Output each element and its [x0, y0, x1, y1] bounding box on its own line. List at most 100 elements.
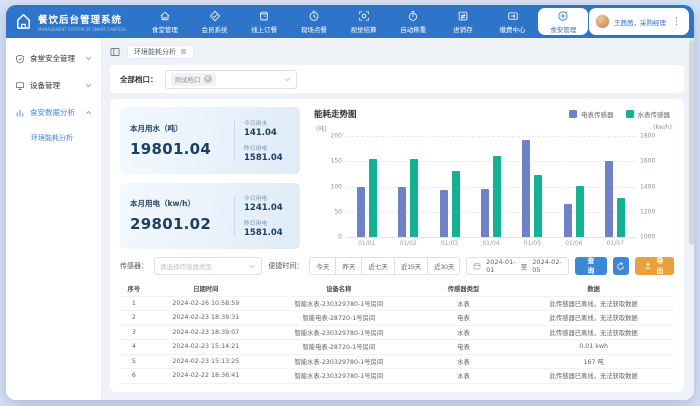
chevron-up-icon: [85, 109, 92, 116]
clear-icon[interactable]: ×: [204, 75, 212, 83]
bar-电表传感器-01/07[interactable]: [605, 161, 613, 237]
sidebar-item-canteen-safety[interactable]: 食堂安全管理: [6, 45, 101, 72]
table-cell: 2024-02-23 15:14:21: [148, 343, 264, 350]
nav-item-payment-center[interactable]: 缴费中心: [488, 5, 538, 38]
inventory-icon: [457, 10, 469, 22]
x-axis-label: 01/03: [429, 237, 470, 249]
bar-水表传感器-01/04[interactable]: [493, 156, 501, 237]
bar-电表传感器-01/01[interactable]: [357, 187, 365, 238]
table-cell: 此传感器已离线，无法获取数据: [513, 313, 674, 322]
chevron-down-icon: [284, 76, 291, 83]
scrollbar-thumb[interactable]: [689, 40, 694, 245]
sidebar-subitem-env-energy[interactable]: 环境能耗分析: [6, 126, 101, 149]
column-header: 数据: [513, 284, 674, 293]
header-nav: 食堂管理会员系统线上订餐 现场点餐视觉结算自动称重进销存缴费中心食安管理: [140, 5, 589, 38]
quick-range-button-4[interactable]: 近30天: [427, 258, 460, 274]
avatar: [595, 14, 610, 29]
bar-水表传感器-01/06[interactable]: [576, 186, 584, 238]
bar-水表传感器-01/03[interactable]: [452, 171, 460, 237]
close-icon[interactable]: ⊗: [180, 48, 187, 56]
table-row: 32024-02-23 18:39:07智能水表-230329780-1号房间水…: [120, 326, 674, 341]
quick-range-button-1[interactable]: 昨天: [335, 258, 361, 274]
bar-水表传感器-01/07[interactable]: [617, 198, 625, 237]
more-dots-icon[interactable]: ⋮: [670, 17, 683, 27]
table-cell: 4: [120, 343, 148, 350]
nav-item-online-order[interactable]: 线上订餐: [239, 5, 289, 38]
table-cell: 电表: [414, 313, 514, 322]
quick-range-button-2[interactable]: 近七天: [361, 258, 394, 274]
sensor-type-select[interactable]: 请选择传感器类型: [154, 257, 262, 275]
date-range-picker[interactable]: 2024-01-01 至 2024-02-05: [466, 257, 569, 275]
table-cell: 此传感器已离线，无法获取数据: [513, 328, 674, 337]
bar-电表传感器-01/04[interactable]: [481, 189, 489, 237]
nav-label: 线上订餐: [251, 24, 277, 34]
table-row: 62024-02-22 18:36:41智能水表-230329780-1号房间水…: [120, 369, 674, 384]
tab-env-energy[interactable]: 环境能耗分析 ⊗: [127, 45, 194, 59]
nav-item-food-safety[interactable]: 食安管理: [538, 8, 588, 35]
nav-item-canteen[interactable]: 食堂管理: [140, 5, 190, 38]
export-button[interactable]: 导出: [635, 257, 674, 275]
table-cell: 2024-02-22 18:36:41: [148, 372, 264, 379]
bar-电表传感器-01/02[interactable]: [398, 187, 406, 238]
date-start[interactable]: 2024-01-01: [486, 258, 516, 274]
scrollbar-track[interactable]: [689, 40, 694, 398]
weigh-icon: [407, 10, 419, 22]
nav-item-vision-settle[interactable]: 视觉结算: [339, 5, 389, 38]
bar-电表传感器-01/05[interactable]: [522, 140, 530, 237]
table-cell: 此传感器已离线，无法获取数据: [513, 371, 674, 380]
table-cell: 2: [120, 314, 148, 321]
chevron-down-icon: [249, 263, 256, 270]
user-menu[interactable]: 王茜茜，采购经理 ⋮: [589, 8, 689, 35]
bar-电表传感器-01/06[interactable]: [564, 204, 572, 237]
sensor-data-table: 序号日期时间设备名称传感器类型数据12024-02-26 10:58:59智能水…: [120, 282, 674, 388]
table-cell: 水表: [414, 299, 514, 308]
electric-stat-value: 29801.02: [130, 215, 225, 233]
collapse-sidebar-icon[interactable]: [110, 47, 120, 57]
date-end[interactable]: 2024-02-05: [532, 258, 562, 274]
logo-icon: [14, 12, 33, 31]
table-row: 12024-02-26 10:58:59智能水表-230329780-1号房间水…: [120, 297, 674, 312]
bar-group-01/05: [512, 136, 553, 237]
table-cell: 1: [120, 300, 148, 307]
nav-item-onsite-order[interactable]: 现场点餐: [289, 5, 339, 38]
quick-range-button-0[interactable]: 今天: [310, 258, 335, 274]
quick-range-button-3[interactable]: 近15天: [394, 258, 427, 274]
stall-select[interactable]: 测试档口 ×: [165, 70, 297, 89]
sidebar-item-food-safety-analysis[interactable]: 食安数据分析: [6, 99, 101, 126]
water-stat-card: 本月用水（吨） 19801.04 今日用水 141.04 昨日用电: [120, 107, 300, 174]
energy-trend-chart: 能耗走势图 电表传感器水表传感器 (吨) (kw/h) 010005012001…: [314, 107, 674, 249]
table-row: 52024-02-23 15:13:25智能水表-230329780-1号房间水…: [120, 355, 674, 370]
quick-time-group: 今天昨天近七天近15天近30天本月: [309, 257, 460, 275]
bar-水表传感器-01/01[interactable]: [369, 159, 377, 237]
refresh-button[interactable]: [613, 257, 629, 275]
x-axis-label: 01/01: [346, 237, 387, 249]
right-axis-tick: 1000: [640, 234, 672, 241]
bar-group-01/03: [429, 136, 470, 237]
table-cell: 2024-02-23 15:13:25: [148, 358, 264, 365]
stall-filter-bar: 全部档口： 测试档口 ×: [110, 65, 684, 93]
nav-item-auto-weigh[interactable]: 自动称重: [388, 5, 438, 38]
nav-item-inventory[interactable]: 进销存: [438, 5, 488, 38]
sidebar-item-label: 食堂安全管理: [30, 53, 75, 64]
bar-电表传感器-01/03[interactable]: [440, 190, 448, 237]
dashboard-card: 本月用水（吨） 19801.04 今日用水 141.04 昨日用电: [110, 99, 684, 392]
onsite-order-icon: [308, 10, 320, 22]
search-button[interactable]: 查询: [575, 257, 607, 275]
table-cell: 水表: [414, 357, 514, 366]
nav-item-member[interactable]: 会员系统: [190, 5, 240, 38]
content-area: 环境能耗分析 ⊗ 全部档口： 测试档口 ×: [102, 38, 694, 400]
bar-group-01/02: [387, 136, 428, 237]
sidebar-item-device-mgmt[interactable]: 设备管理: [6, 72, 101, 99]
legend-item-1[interactable]: 水表传感器: [626, 109, 671, 119]
table-cell: 智能水表-230329780-1号房间: [264, 328, 414, 337]
table-cell: 智能水表-230329780-1号房间: [264, 299, 414, 308]
bar-水表传感器-01/02[interactable]: [410, 159, 418, 237]
left-axis-tick: 0: [316, 234, 342, 241]
nav-label: 食安管理: [550, 24, 576, 34]
left-axis-tick: 100: [316, 183, 342, 190]
chart-title: 能耗走势图: [314, 108, 357, 120]
water-stat-value: 19801.04: [130, 140, 225, 158]
legend-item-0[interactable]: 电表传感器: [569, 109, 614, 119]
left-axis-tick: 150: [316, 158, 342, 165]
bar-水表传感器-01/05[interactable]: [534, 175, 542, 237]
